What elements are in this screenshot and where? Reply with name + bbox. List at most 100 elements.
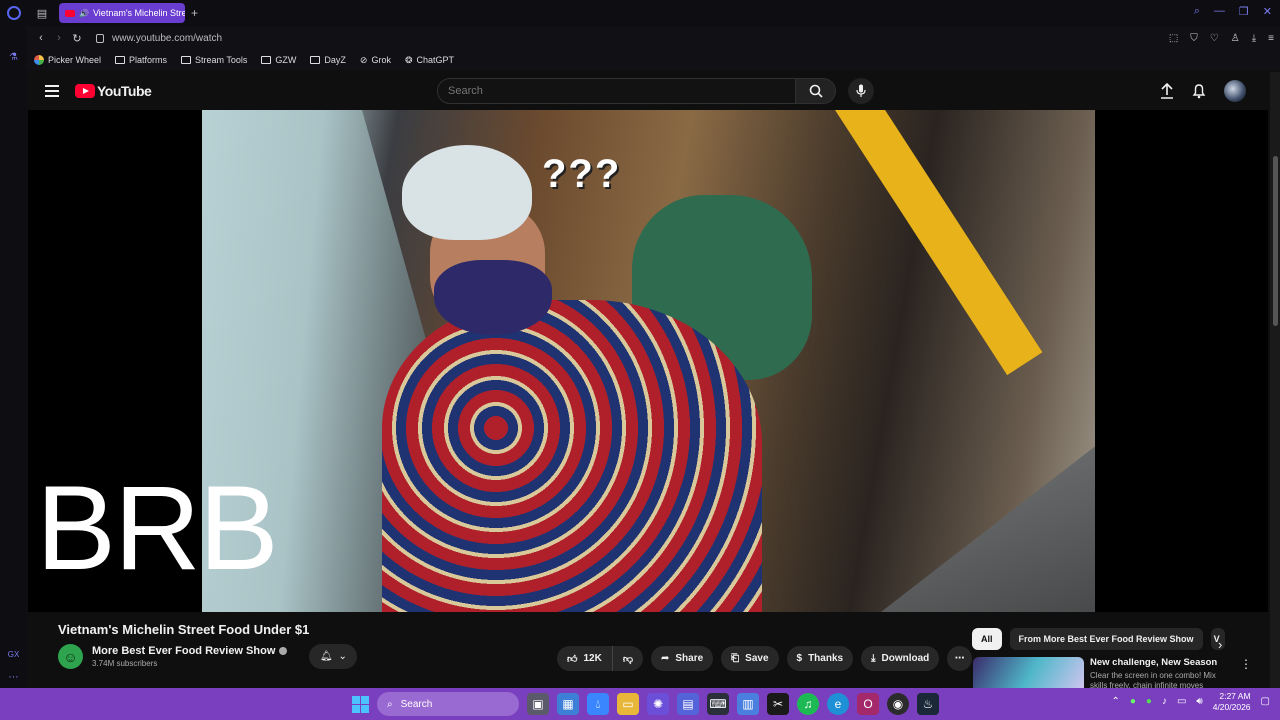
shield-icon[interactable]: ⛉ — [1190, 33, 1198, 44]
edge-icon[interactable]: e — [827, 693, 849, 715]
thanks-icon: $ — [796, 653, 803, 664]
copilot-icon[interactable]: ✺ — [647, 693, 669, 715]
new-tab-button[interactable]: + — [191, 6, 198, 20]
bell-icon: 🔔︎ — [319, 651, 333, 662]
thanks-button[interactable]: $ Thanks — [786, 646, 854, 671]
restore-button[interactable]: ❐ — [1239, 5, 1249, 18]
thumbs-up-icon: 👍︎ — [567, 653, 578, 665]
video-player[interactable]: ??? BRB — [28, 110, 1268, 612]
menu-icon[interactable]: ≡ — [1268, 33, 1274, 44]
youtube-logo[interactable]: YouTube — [75, 83, 152, 99]
volume-icon[interactable]: 🔊︎ — [1196, 696, 1202, 707]
more-horizontal-icon: ⋯ — [954, 653, 965, 664]
lock-icon[interactable] — [96, 33, 104, 43]
chatgpt-icon: ❂ — [404, 54, 413, 65]
chevron-up-icon[interactable]: ⌃ — [1111, 696, 1119, 707]
download-icon[interactable]: ⤓ — [1252, 33, 1256, 44]
notepad-icon[interactable]: ▥ — [737, 693, 759, 715]
scrollbar-thumb[interactable] — [1273, 156, 1278, 326]
extensions-icon[interactable]: ⚗ — [7, 52, 20, 65]
terminal-icon[interactable]: ⌨ — [707, 693, 729, 715]
subscribed-notifications-button[interactable]: 🔔︎ ⌄ — [309, 644, 358, 669]
clock-date: 4/20/2026 — [1212, 701, 1251, 712]
apps-grid-icon[interactable]: ▤ — [677, 693, 699, 715]
save-button[interactable]: ⎗ Save — [721, 646, 779, 671]
search-icon — [809, 84, 823, 98]
bookmark-gzw[interactable]: GZW — [261, 55, 296, 65]
heart-icon[interactable]: ♡ — [1210, 33, 1219, 44]
bookmark-stream-tools[interactable]: Stream Tools — [181, 55, 247, 65]
obs-icon[interactable]: ◉ — [887, 693, 909, 715]
opera-logo-icon[interactable] — [7, 6, 21, 20]
spotify-icon[interactable]: ♫ — [797, 693, 819, 715]
speaker-icon[interactable]: 🔊 — [79, 9, 89, 18]
reload-button[interactable]: ↻ — [68, 32, 86, 45]
notifications-bell-icon[interactable] — [1192, 83, 1206, 99]
account-avatar[interactable] — [1224, 80, 1246, 102]
steam-icon[interactable]: ♨ — [917, 693, 939, 715]
start-button[interactable] — [352, 695, 369, 713]
more-actions-button[interactable]: ⋯ — [947, 646, 973, 671]
url-text[interactable]: www.youtube.com/watch — [112, 33, 222, 44]
folder-icon — [261, 56, 272, 64]
thumbs-down-icon: 👎︎ — [622, 653, 633, 665]
bookmark-label: GZW — [275, 55, 297, 65]
file-explorer-icon[interactable]: ▭ — [617, 693, 639, 715]
video-person-mask — [434, 260, 552, 335]
channel-avatar[interactable]: ☺ — [58, 644, 83, 669]
like-count: 12K — [583, 653, 602, 664]
back-button[interactable]: ‹ — [32, 32, 50, 44]
microphone-tray-icon[interactable]: ♪ — [1162, 696, 1167, 707]
chip-all[interactable]: All — [972, 628, 1002, 650]
browser-tab-active[interactable]: 🔊 Vietnam's Michelin Stre — [59, 3, 185, 23]
download-button[interactable]: ⤓ Download — [861, 646, 940, 671]
picker-wheel-icon — [34, 55, 44, 65]
notifications-icon[interactable]: ▢ — [1261, 696, 1270, 707]
like-button[interactable]: 👍︎ 12K — [557, 646, 613, 671]
recommendation-title[interactable]: New challenge, New Season — [1090, 657, 1230, 668]
guide-menu-icon[interactable] — [45, 85, 59, 97]
bookmark-label: Picker Wheel — [48, 55, 102, 65]
youtube-header: YouTube — [28, 72, 1268, 110]
channel-name[interactable]: More Best Ever Food Review Show — [92, 645, 275, 657]
video-frame[interactable]: ??? — [202, 110, 1095, 612]
chevron-down-icon: ⌄ — [338, 651, 347, 662]
xbox-icon[interactable]: ● — [1130, 696, 1136, 707]
opera-gx-icon[interactable]: O — [857, 693, 879, 715]
bookmark-platforms[interactable]: Platforms — [115, 55, 167, 65]
gx-label[interactable]: GX — [7, 650, 20, 663]
shield-tray-icon[interactable]: ● — [1146, 696, 1152, 707]
bookmark-dayz[interactable]: DayZ — [310, 55, 346, 65]
minimize-button[interactable]: — — [1214, 5, 1225, 18]
snapshot-icon[interactable]: ⬚ — [1169, 33, 1178, 44]
bookmark-label: Platforms — [129, 55, 168, 65]
bookmark-picker-wheel[interactable]: Picker Wheel — [34, 55, 101, 65]
chip-from-channel[interactable]: From More Best Ever Food Review Show — [1009, 628, 1203, 650]
capcut-icon[interactable]: ✂ — [767, 693, 789, 715]
taskbar-search[interactable]: ⌕ Search — [377, 692, 519, 716]
voice-search-button[interactable] — [848, 78, 874, 104]
search-input[interactable] — [437, 78, 796, 104]
page-scrollbar[interactable] — [1270, 72, 1280, 688]
forward-button[interactable]: › — [50, 32, 68, 44]
bookmark-grok[interactable]: ⊘ Grok — [360, 55, 391, 66]
tab-menu-icon[interactable]: ▤ — [33, 4, 51, 22]
upload-icon[interactable] — [1160, 83, 1174, 99]
photos-icon[interactable]: ▦ — [557, 693, 579, 715]
task-view-icon[interactable]: ▣ — [527, 693, 549, 715]
close-button[interactable]: ✕ — [1263, 5, 1272, 18]
microphone-icon — [856, 84, 866, 97]
network-icon[interactable]: ▭ — [1177, 696, 1186, 707]
chevron-right-icon[interactable]: › — [1218, 637, 1222, 652]
bookmark-chatgpt[interactable]: ❂ ChatGPT — [405, 55, 454, 66]
search-icon: ⌕ — [387, 698, 393, 710]
clock[interactable]: 2:27 AM 4/20/2026 — [1213, 691, 1251, 712]
share-button[interactable]: ➦ Share — [650, 646, 714, 671]
dislike-button[interactable]: 👎︎ — [612, 646, 643, 671]
wallet-icon[interactable]: ♙ — [1231, 33, 1240, 44]
search-tabs-icon[interactable]: ⌕ — [1194, 5, 1200, 18]
more-icon[interactable]: ⋯ — [7, 672, 20, 685]
system-tray: ⌃ ● ● ♪ ▭ 🔊︎ 2:27 AM 4/20/2026 ▢ — [1111, 691, 1270, 712]
search-button[interactable] — [796, 78, 836, 104]
droplet-app-icon[interactable]: 💧︎ — [587, 693, 609, 715]
